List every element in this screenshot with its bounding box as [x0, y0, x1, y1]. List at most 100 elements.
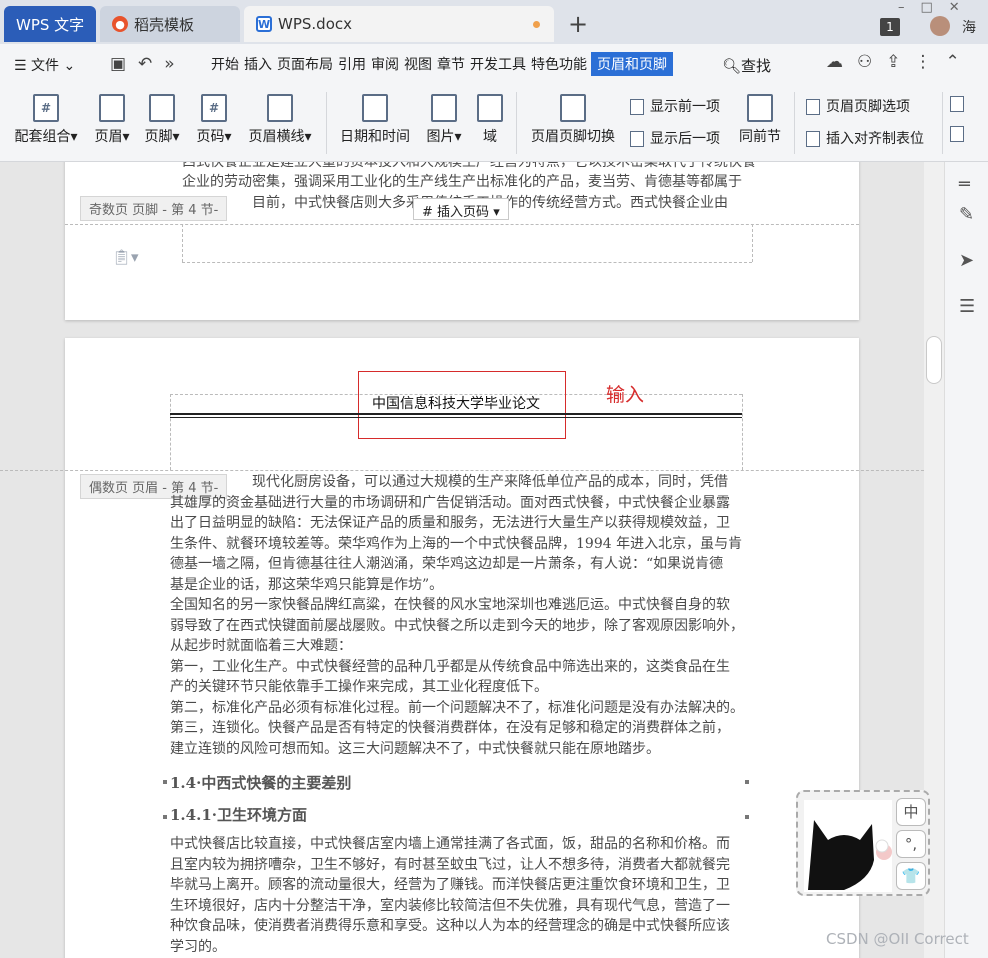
menu-tab-view[interactable]: 视图	[403, 54, 433, 76]
cursor-icon[interactable]: ➤	[959, 250, 974, 271]
show-next-button[interactable]: 显示后一项	[630, 128, 720, 148]
body2-line-2[interactable]: 且室内较为拥挤嘈杂，卫生不够好，有时甚至蚊虫飞过，让人不想多待，消费者大都就餐完	[170, 855, 730, 876]
field-button[interactable]: 域	[474, 94, 506, 146]
section-heading-1-4-1[interactable]: 1.4.1·卫生环境方面	[170, 804, 307, 825]
tab-wps-label: WPS 文字	[16, 15, 85, 34]
body-line-9[interactable]: 从起步时就面临着三大难题：	[170, 636, 352, 657]
page-number-button[interactable]: # 页码▾	[192, 94, 236, 146]
odd-footer-label: 奇数页 页脚 - 第 4 节-	[80, 196, 228, 221]
window-count-badge[interactable]: 1	[880, 18, 900, 36]
ribbon-overflow-icon[interactable]	[950, 96, 970, 112]
body2-line-1[interactable]: 中式快餐店比较直接，中式快餐店室内墙上通常挂满了各式面，饭，甜品的名称和价格。而	[170, 834, 730, 855]
tab-wps-writer[interactable]: WPS 文字	[4, 6, 96, 42]
menu-tab-insert[interactable]: 插入	[243, 54, 273, 76]
tab-document[interactable]: W WPS.docx	[244, 6, 554, 42]
header-footer-options-button[interactable]: 页眉页脚选项	[806, 96, 910, 116]
ime-punctuation-button[interactable]: °,	[896, 830, 926, 858]
pen-icon[interactable]: ✎	[959, 204, 974, 225]
body2-line-5[interactable]: 种饮食品味，使消费者消费得乐意和享受。这种以人为本的经营理念的确是中式快餐所应该	[170, 916, 730, 937]
annotation-note: 输入	[606, 384, 645, 406]
right-side-panel: ═ ✎ ➤ ☰	[944, 162, 988, 958]
body-line-2[interactable]: 其雄厚的资金基础进行大量的市场调研和广告促销活动。面对西式快餐，中式快餐企业暴露	[170, 493, 730, 514]
paragraph-mark	[745, 780, 749, 784]
ime-sticker[interactable]: 中 °, 👕	[796, 790, 930, 896]
image-button[interactable]: 图片▾	[422, 94, 466, 146]
combo-icon: #	[33, 94, 59, 122]
body2-line-4[interactable]: 生环境很好，店内十分整洁干净，室内装修比较简洁但不失优雅，具有现代气息，营造了一	[170, 896, 730, 917]
insert-page-number-button[interactable]: # 插入页码 ▾	[413, 198, 509, 220]
search-button[interactable]: 🔍︎查找	[722, 55, 771, 76]
paragraph-mark	[163, 780, 167, 784]
footer-area-left	[182, 224, 183, 262]
header-area-left	[170, 394, 171, 470]
menu-tab-layout[interactable]: 页面布局	[276, 54, 334, 76]
body-line-4[interactable]: 生条件、就餐环境较差等。荣华鸡作为上海的一个中式快餐品牌，1994 年进入北京，…	[170, 534, 742, 555]
show-prev-icon	[630, 99, 644, 115]
switch-icon	[560, 94, 586, 122]
header-line-button[interactable]: 页眉横线▾	[244, 94, 316, 146]
body-line-13[interactable]: 第三，连锁化。快餐产品是否有特定的快餐消费群体，在没有足够和稳定的消费群体之前，	[170, 718, 730, 739]
tab-doc-label: WPS.docx	[278, 15, 352, 33]
header-footer-switch-button[interactable]: 页眉页脚切换	[526, 94, 620, 146]
scrollbar-thumb[interactable]	[926, 336, 942, 384]
ribbon-toolbar: # 配套组合▾ 页眉▾ 页脚▾ # 页码▾ 页眉横线▾ 日期和时间 图片▾ 域 页眉…	[0, 86, 988, 162]
footer-area-bottom	[182, 262, 752, 263]
header-button[interactable]: 页眉▾	[90, 94, 134, 146]
field-label: 域	[483, 129, 497, 145]
body-line-1[interactable]: 现代化厨房设备，可以通过大规模的生产来降低单位产品的成本，同时，凭借	[252, 472, 728, 493]
ime-chinese-button[interactable]: 中	[896, 798, 926, 826]
ime-skin-button[interactable]: 👕	[896, 862, 926, 890]
body2-line-3[interactable]: 毕就马上离开。顾客的流动量很大，经营为了赚钱。而洋快餐店更注重饮食环境和卫生，卫	[170, 875, 730, 896]
collapse-panel-icon[interactable]: ═	[959, 174, 970, 195]
body-line-5[interactable]: 德基一墙之隔，但肯德基往往人潮汹涌，荣华鸡这边却是一片萧条，有人说：“如果说肯德	[170, 554, 723, 575]
show-prev-button[interactable]: 显示前一项	[630, 96, 720, 116]
new-tab-plus-icon[interactable]: +	[568, 10, 588, 38]
footer-area-right	[752, 224, 753, 262]
menu-tab-section[interactable]: 章节	[436, 54, 466, 76]
body2-line-6[interactable]: 学习的。	[170, 937, 226, 958]
body-line-3[interactable]: 出了日益明显的缺陷：无法保证产品的质量和服务，无法进行大量生产以获得规模效益，卫	[170, 513, 730, 534]
menu-tab-home[interactable]: 开始	[210, 54, 240, 76]
menu-tab-header-footer[interactable]: 页眉和页脚	[591, 52, 673, 76]
insert-page-number-label: 插入页码	[437, 205, 490, 220]
settings-sliders-icon[interactable]: ☰	[959, 296, 975, 317]
show-next-icon	[630, 131, 644, 147]
body-line-6[interactable]: 基是企业的话，那这荣华鸡只能算是作坊”。	[170, 575, 443, 596]
body-line-11[interactable]: 产的关键环节只能依靠手工操作来完成，其工业化程度低下。	[170, 677, 548, 698]
header-icon	[99, 94, 125, 122]
menu-tab-developer[interactable]: 开发工具	[469, 54, 527, 76]
combo-button[interactable]: # 配套组合▾	[10, 94, 82, 146]
insert-tab-stop-button[interactable]: 插入对齐制表位	[806, 128, 924, 148]
window-controls[interactable]: –□✕	[898, 0, 976, 15]
ribbon-overflow-icon-2[interactable]	[950, 126, 970, 142]
date-time-button[interactable]: 日期和时间	[336, 94, 414, 146]
insert-tab-stop-label: 插入对齐制表位	[826, 131, 924, 147]
footer-button[interactable]: 页脚▾	[140, 94, 184, 146]
body-line-12[interactable]: 第二，标准化产品必须有标准化过程。前一个问题解决不了，标准化问题是没有办法解决的…	[170, 698, 744, 719]
switch-label: 页眉页脚切换	[531, 129, 615, 145]
body-line-10[interactable]: 第一，工业化生产。中式快餐经营的品种几乎都是从传统食品中筛选出来的，这类食品在生	[170, 657, 730, 678]
body-line-8[interactable]: 弱导致了在西式快键面前屡战屡败。中式快餐之所以走到今天的地步，除了客观原因影响外…	[170, 616, 744, 637]
user-name[interactable]: 海	[962, 17, 976, 37]
header-text[interactable]: 中国信息科技大学毕业论文	[372, 393, 540, 413]
tab-daoke-templates[interactable]: ● 稻壳模板	[100, 6, 240, 42]
menu-right-icons[interactable]: ☁⚇⇪⋮⌃	[826, 52, 974, 72]
body-line-14[interactable]: 建立连锁的风险可想而知。这三大问题解决不了，中式快餐就只能在原地踏步。	[170, 739, 660, 760]
menu-tab-features[interactable]: 特色功能	[530, 54, 588, 76]
user-avatar[interactable]	[930, 16, 950, 36]
quick-access-icons[interactable]: ▣↶»	[110, 54, 187, 74]
menu-tab-review[interactable]: 审阅	[370, 54, 400, 76]
page1-body-line-1[interactable]: 西式快餐企业是建立大量的资本投入和大规模生产经营为特点，它以技术密集取代了传统快…	[182, 162, 756, 173]
image-label: 图片	[426, 129, 455, 145]
section-heading-1-4[interactable]: 1.4·中西式快餐的主要差别	[170, 772, 351, 793]
odd-footer-label-text: 奇数页 页脚	[89, 203, 159, 218]
body-line-7[interactable]: 全国知名的另一家快餐品牌红高粱，在快餐的风水宝地深圳也难逃厄运。中式快餐自身的软	[170, 595, 730, 616]
footer-icon	[149, 94, 175, 122]
menu-tab-references[interactable]: 引用	[337, 54, 367, 76]
file-menu[interactable]: ☰ 文件 ⌄	[14, 55, 75, 75]
ribbon-separator	[326, 92, 327, 154]
show-next-label: 显示后一项	[650, 131, 720, 147]
same-as-previous-button[interactable]: 同前节	[736, 94, 784, 146]
page1-body-line-2[interactable]: 企业的劳动密集，强调采用工业化的生产线生产出标准化的产品，麦当劳、肯德基等都属于	[182, 172, 742, 193]
paste-options-icon[interactable]: 📋︎▾	[112, 248, 139, 266]
